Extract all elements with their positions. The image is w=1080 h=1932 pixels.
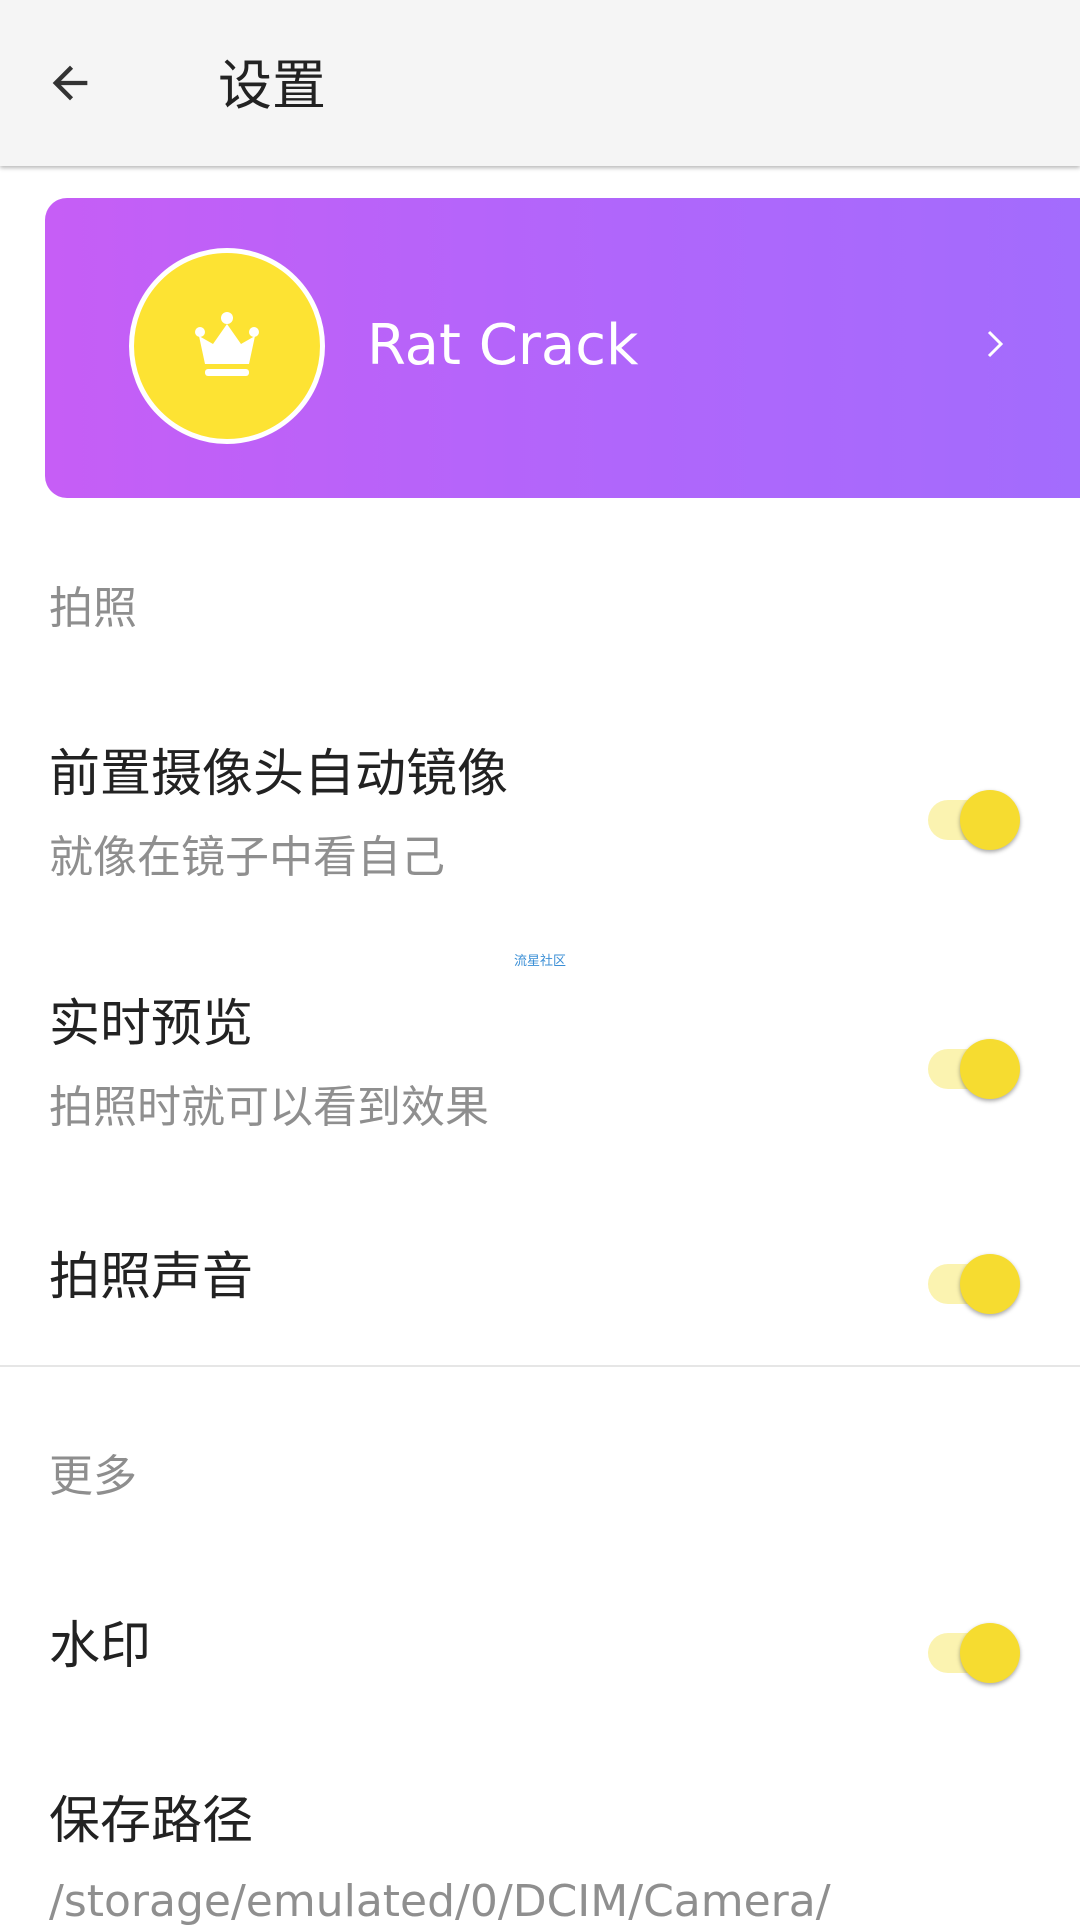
toggle-thumb [960, 1254, 1020, 1314]
back-button[interactable] [30, 43, 110, 123]
page-title: 设置 [218, 54, 326, 117]
setting-live-preview-subtitle: 拍照时就可以看到效果 [49, 1082, 489, 1133]
chevron-right-icon[interactable] [975, 324, 1015, 364]
arrow-back-icon [52, 65, 88, 101]
toggle-thumb [960, 1039, 1020, 1099]
section-divider [0, 1365, 1080, 1367]
section-header-photo: 拍照 [49, 583, 137, 634]
app-bar: 设置 [0, 0, 1080, 166]
shutter-sound-toggle[interactable] [924, 1246, 1024, 1314]
setting-watermark-title: 水印 [49, 1617, 152, 1676]
setting-front-camera-mirror-title: 前置摄像头自动镜像 [49, 745, 509, 804]
watermark-toggle[interactable] [924, 1615, 1024, 1683]
live-preview-toggle[interactable] [924, 1031, 1024, 1099]
setting-shutter-sound-title: 拍照声音 [49, 1248, 254, 1307]
section-header-more: 更多 [49, 1451, 137, 1502]
toggle-thumb [960, 1623, 1020, 1683]
front-camera-mirror-toggle[interactable] [924, 782, 1024, 850]
setting-live-preview-title: 实时预览 [49, 995, 254, 1054]
toggle-thumb [960, 790, 1020, 850]
avatar [129, 248, 325, 444]
setting-front-camera-mirror-subtitle: 就像在镜子中看自己 [49, 832, 445, 883]
crown-icon [195, 312, 259, 376]
vip-card[interactable]: Rat Crack [45, 198, 1080, 498]
watermark-text: 流星社区 [514, 954, 567, 969]
setting-save-path-value: /storage/emulated/0/DCIM/Camera/ [49, 1876, 831, 1927]
username: Rat Crack [367, 313, 639, 378]
setting-save-path-title[interactable]: 保存路径 [49, 1787, 253, 1857]
